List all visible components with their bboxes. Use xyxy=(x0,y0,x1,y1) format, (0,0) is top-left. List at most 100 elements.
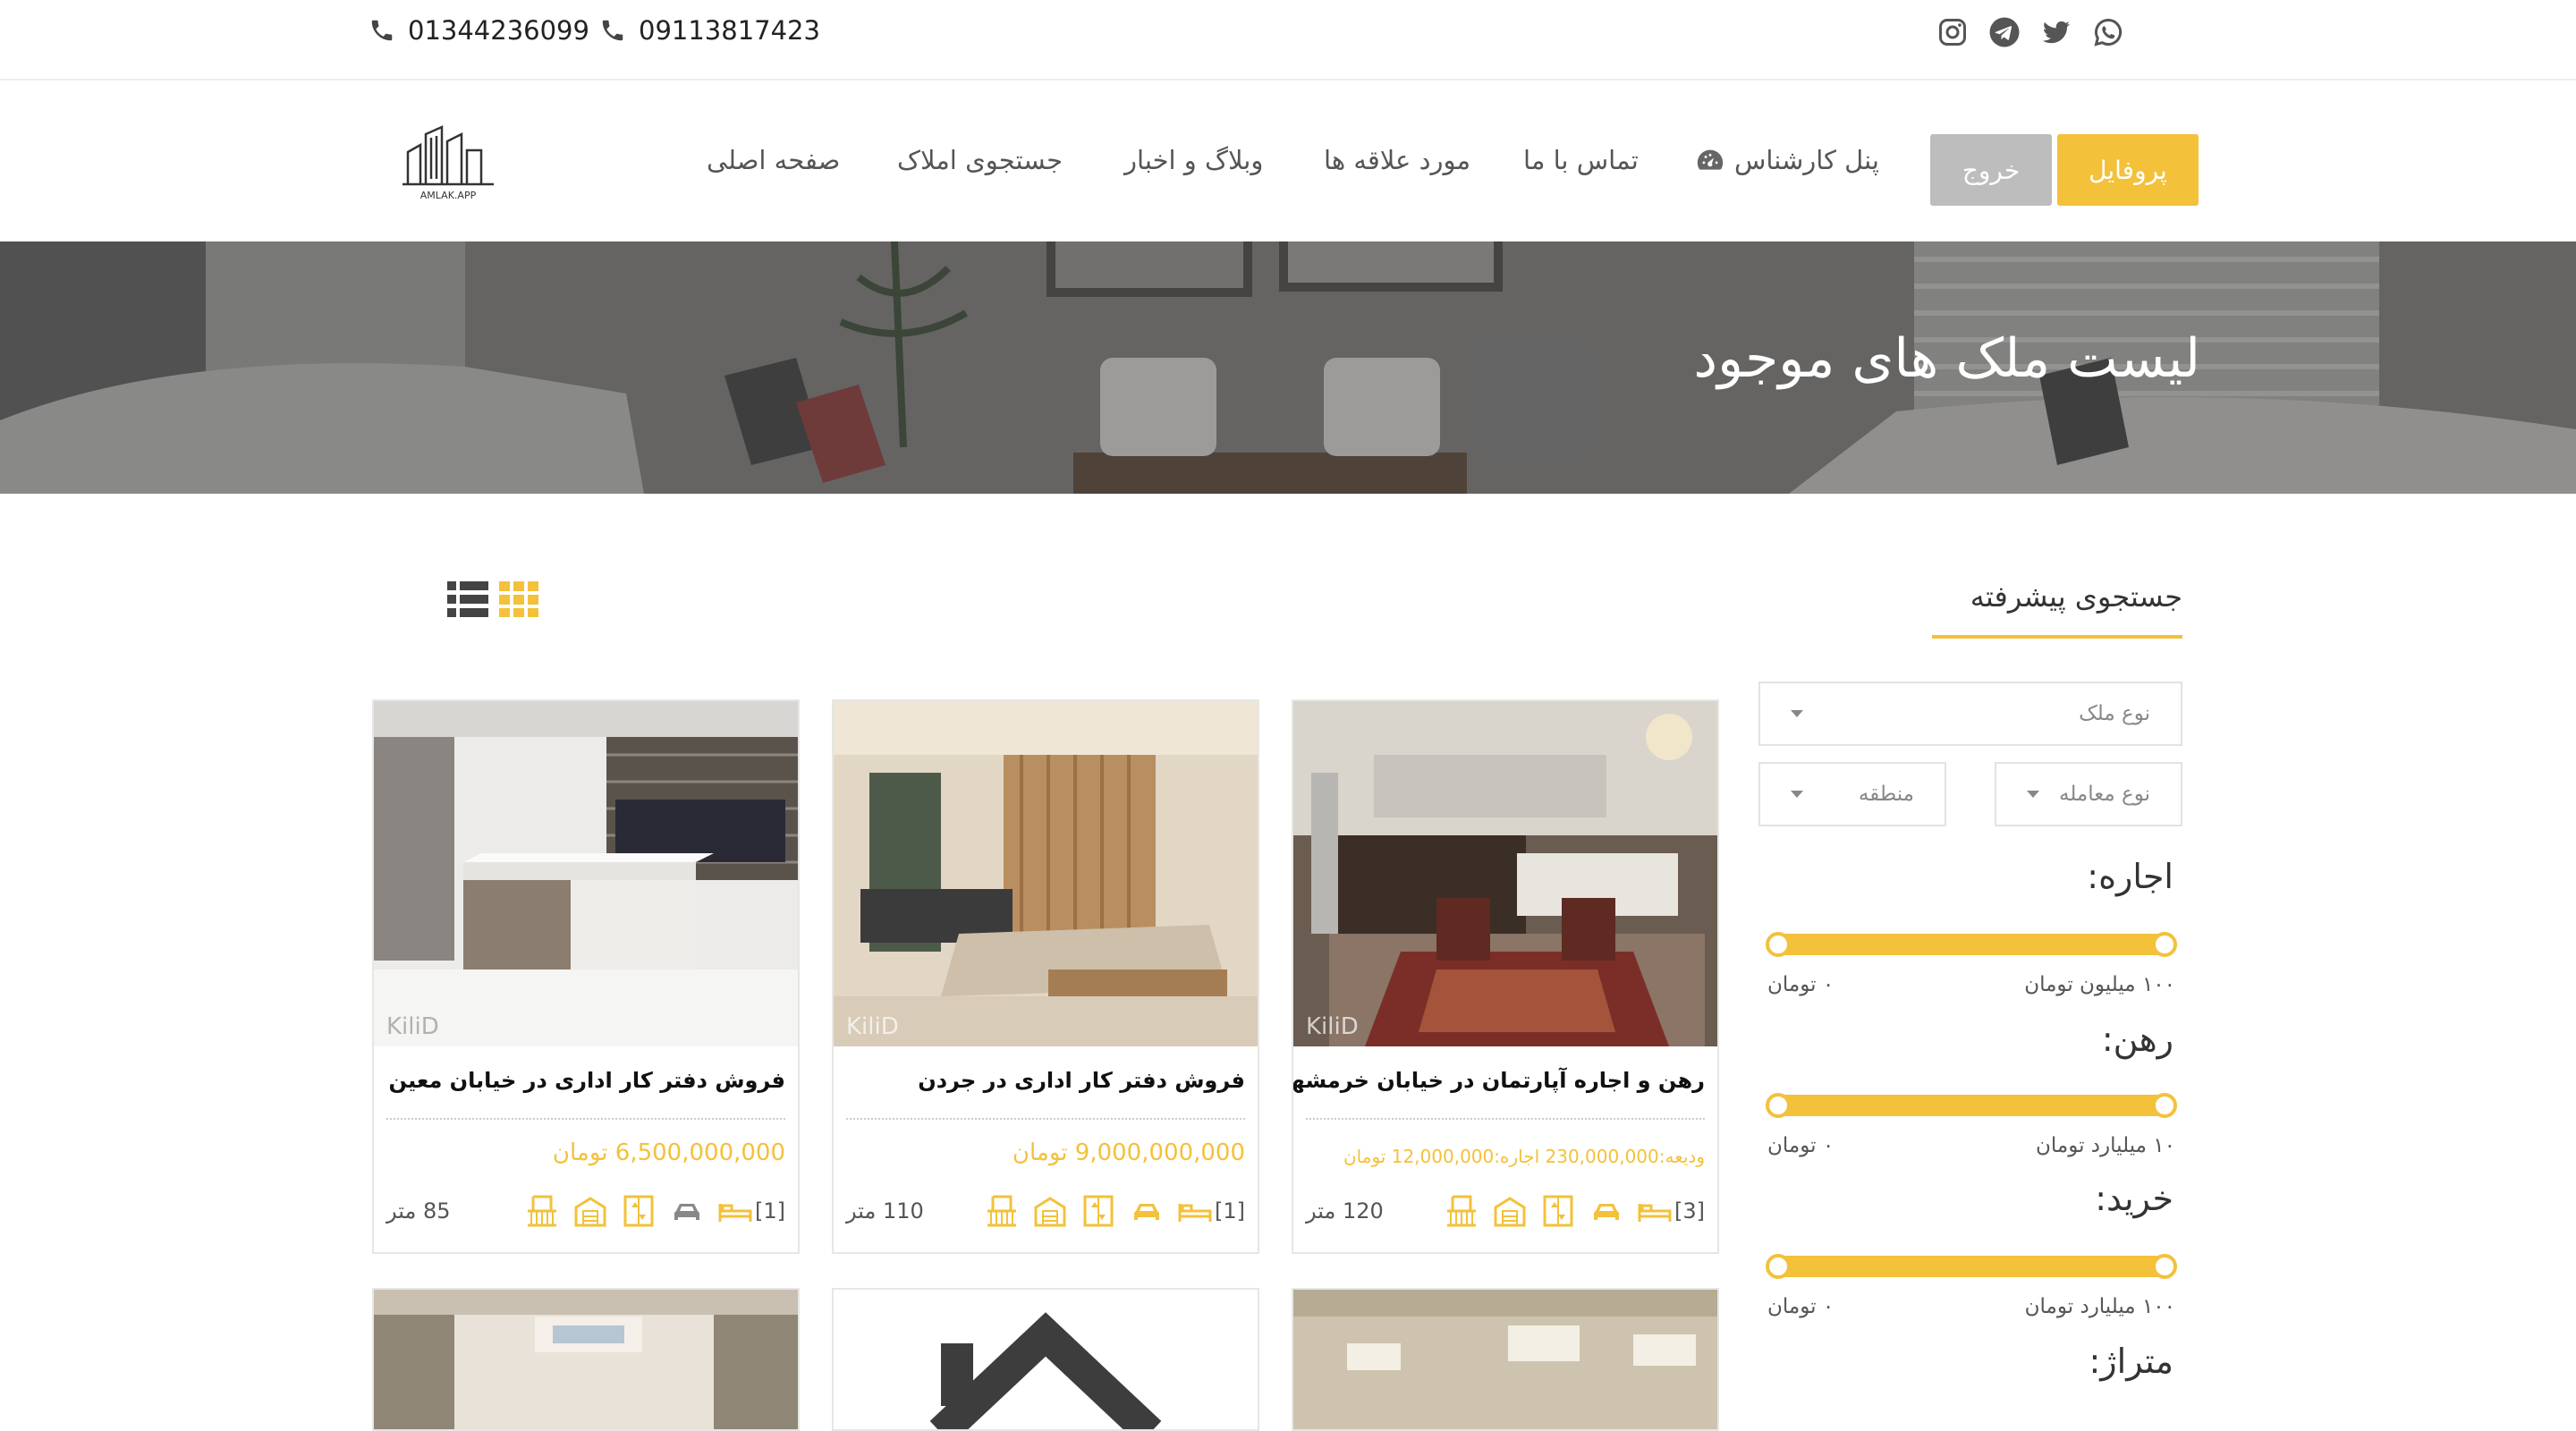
area-label: متراژ: xyxy=(2089,1342,2174,1381)
phone-number-2[interactable]: 09113817423 xyxy=(599,13,820,48)
svg-text:AMLAK.APP: AMLAK.APP xyxy=(420,190,477,201)
listing-price: 6,500,000,000 تومان xyxy=(552,1139,785,1166)
telegram-icon[interactable] xyxy=(1988,16,2021,48)
buy-min-handle[interactable] xyxy=(1766,1254,1791,1279)
chevron-down-icon xyxy=(2027,791,2039,798)
storage-icon xyxy=(574,1197,606,1227)
elevator-icon xyxy=(623,1195,654,1227)
balcony-icon xyxy=(1447,1195,1476,1227)
exit-button[interactable]: خروج xyxy=(1930,134,2052,206)
svg-text:KiliD: KiliD xyxy=(1306,1013,1359,1040)
list-view-icon[interactable] xyxy=(447,581,488,617)
instagram-icon[interactable] xyxy=(1936,16,1969,48)
grid-view-icon[interactable] xyxy=(499,581,538,617)
twitter-icon[interactable] xyxy=(2040,16,2072,48)
title-underline xyxy=(1932,635,2182,639)
region-select[interactable]: منطقه xyxy=(1758,762,1946,826)
mortgage-min-value: ۰ تومان xyxy=(1767,1134,1835,1157)
buy-min-value: ۰ تومان xyxy=(1767,1295,1835,1318)
listing-area: 85 متر xyxy=(386,1198,451,1224)
listing-photo[interactable] xyxy=(374,1290,798,1431)
parking-icon xyxy=(1594,1204,1619,1220)
phone-number-1[interactable]: 01344236099 xyxy=(369,13,589,48)
listing-title[interactable]: فروش دفتر کار اداری در جردن xyxy=(846,1068,1245,1093)
parking-icon xyxy=(674,1204,699,1220)
rent-range-slider[interactable] xyxy=(1766,932,2177,957)
svg-text:KiliD: KiliD xyxy=(846,1013,899,1040)
divider xyxy=(846,1118,1245,1120)
listing-photo[interactable]: KiliD xyxy=(834,701,1258,1046)
listing-features: [1] 85 متر xyxy=(386,1191,785,1231)
nav-property-search[interactable]: جستجوی املاک xyxy=(897,145,1063,175)
balcony-icon xyxy=(528,1195,556,1227)
chevron-down-icon xyxy=(1791,710,1803,717)
advanced-search-title: جستجوی پیشرفته xyxy=(1970,580,2182,614)
listing-area: 110 متر xyxy=(846,1198,924,1224)
divider xyxy=(1306,1118,1705,1120)
parking-icon xyxy=(1134,1204,1159,1220)
balcony-icon xyxy=(987,1195,1016,1227)
listing-price: 9,000,000,000 تومان xyxy=(1012,1139,1245,1166)
storage-icon xyxy=(1494,1197,1526,1227)
bedrooms: [3] xyxy=(1637,1193,1705,1229)
listing-title[interactable]: فروش دفتر کار اداری در خیابان معین xyxy=(386,1068,785,1093)
main-navbar: AMLAK.APP صفحه اصلی جستجوی املاک وبلاگ و… xyxy=(0,82,2576,240)
listing-photo[interactable]: KiliD xyxy=(374,701,798,1046)
site-logo[interactable]: AMLAK.APP xyxy=(401,125,496,202)
social-links xyxy=(1936,16,2124,48)
rent-max-value: ۱۰۰ میلیون تومان xyxy=(2024,973,2175,996)
buy-range-slider[interactable] xyxy=(1766,1254,2177,1279)
listing-area: 120 متر xyxy=(1306,1198,1384,1224)
bed-icon xyxy=(718,1204,752,1222)
mortgage-max-handle[interactable] xyxy=(2152,1093,2177,1118)
top-bar: 01344236099 09113817423 xyxy=(0,0,2576,80)
chevron-down-icon xyxy=(1791,791,1803,798)
buy-max-handle[interactable] xyxy=(2152,1254,2177,1279)
listing-features: [3] 120 متر xyxy=(1306,1191,1705,1231)
bed-icon xyxy=(1638,1204,1672,1222)
buy-max-value: ۱۰۰ میلیارد تومان xyxy=(2024,1295,2175,1318)
listing-photo[interactable] xyxy=(1293,1290,1717,1431)
deal-type-select[interactable]: نوع معامله xyxy=(1995,762,2182,826)
dashboard-icon xyxy=(1697,149,1724,170)
bedrooms: [1] xyxy=(717,1193,785,1229)
listing-card[interactable]: KiliD رهن و اجاره آپارتمان در خیابان خرم… xyxy=(1292,699,1719,1254)
bedrooms: [1] xyxy=(1177,1193,1245,1229)
phone-icon xyxy=(371,20,393,41)
listing-card[interactable] xyxy=(832,1288,1259,1431)
mortgage-min-handle[interactable] xyxy=(1766,1093,1791,1118)
nav-blog[interactable]: وبلاگ و اخبار xyxy=(1124,145,1263,175)
nav-favorites[interactable]: مورد علاقه ها xyxy=(1324,145,1470,175)
mortgage-label: رهن: xyxy=(2101,1020,2174,1059)
hero-banner: لیست ملک های موجود xyxy=(0,241,2576,494)
elevator-icon xyxy=(1543,1195,1573,1227)
listing-card[interactable] xyxy=(372,1288,800,1431)
listing-card[interactable] xyxy=(1292,1288,1719,1431)
rent-min-value: ۰ تومان xyxy=(1767,973,1835,996)
divider xyxy=(386,1118,785,1120)
elevator-icon xyxy=(1083,1195,1114,1227)
svg-text:KiliD: KiliD xyxy=(386,1013,439,1040)
rent-max-handle[interactable] xyxy=(2152,932,2177,957)
bed-icon xyxy=(1178,1204,1212,1222)
rent-min-handle[interactable] xyxy=(1766,932,1791,957)
property-type-select[interactable]: نوع ملک xyxy=(1758,682,2182,746)
placeholder-house-icon[interactable] xyxy=(834,1290,1258,1431)
whatsapp-icon[interactable] xyxy=(2092,16,2124,48)
nav-home[interactable]: صفحه اصلی xyxy=(707,145,840,175)
phone-icon xyxy=(602,20,623,41)
listing-title[interactable]: رهن و اجاره آپارتمان در خیابان خرمشهر xyxy=(1293,1068,1705,1093)
listing-price: ودیعه:230,000,000 اجاره:12,000,000 تومان xyxy=(1343,1146,1705,1167)
listing-features: [1] 110 متر xyxy=(846,1191,1245,1231)
storage-icon xyxy=(1034,1197,1066,1227)
profile-button[interactable]: پروفایل xyxy=(2057,134,2199,206)
mortgage-max-value: ۱۰ میلیارد تومان xyxy=(2035,1134,2175,1157)
rent-label: اجاره: xyxy=(2087,857,2174,896)
listing-card[interactable]: KiliD فروش دفتر کار اداری در خیابان معین… xyxy=(372,699,800,1254)
listing-photo[interactable]: KiliD xyxy=(1293,701,1717,1046)
mortgage-range-slider[interactable] xyxy=(1766,1093,2177,1118)
page-title: لیست ملک های موجود xyxy=(1693,327,2200,390)
nav-contact[interactable]: تماس با ما xyxy=(1523,145,1639,175)
listing-card[interactable]: KiliD فروش دفتر کار اداری در جردن 9,000,… xyxy=(832,699,1259,1254)
nav-agent-panel[interactable]: پنل کارشناس xyxy=(1695,145,1879,175)
